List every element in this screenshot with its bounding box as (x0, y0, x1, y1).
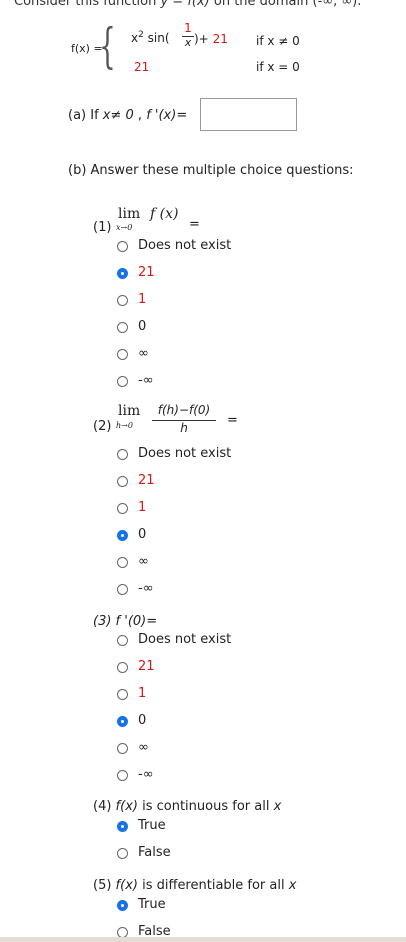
q1-label-0: 0 (138, 319, 147, 334)
statement-text: Consider this function (14, 0, 161, 9)
q2-label-0: 0 (138, 527, 147, 542)
case1-condition: if x ≠ 0 (256, 34, 300, 48)
q1-label-dne: Does not exist (138, 238, 232, 253)
q2-radio-inf[interactable] (117, 557, 128, 568)
q5-text: is differentiable for all (137, 878, 289, 893)
q1-radio-21[interactable] (117, 268, 128, 279)
q5-function: f(x) (115, 878, 138, 893)
q2-lim: lim (118, 403, 141, 419)
part-a-derivative: f '(x)= (146, 108, 188, 123)
q3-label-1: 1 (138, 686, 147, 701)
function-name: y = f(x) (160, 0, 210, 9)
bottom-divider (0, 937, 406, 942)
q3-label-dne: Does not exist (138, 632, 232, 647)
q2-radio-21[interactable] (117, 476, 128, 487)
case2-value: 21 (134, 60, 150, 74)
q1-lim-sub: x→0 (116, 223, 133, 232)
case1-frac-num: 1 (184, 21, 192, 35)
derivative-answer-field[interactable] (200, 98, 297, 131)
piecewise-lhs: f(x) = (71, 42, 103, 55)
q1-radio-dne[interactable] (117, 241, 128, 252)
part-a-condition: x≠ 0 (102, 108, 134, 123)
q2-radio-neginf[interactable] (117, 584, 128, 595)
q4-number: (4) (93, 799, 116, 814)
q3-radio-21[interactable] (117, 662, 128, 673)
q1-equals: = (189, 217, 200, 232)
part-a-prompt: (a) If x≠ 0 , f '(x)= (68, 108, 187, 123)
q1-label-neginf: -∞ (138, 373, 154, 388)
q1-radio-neginf[interactable] (117, 376, 128, 387)
q3-label-neginf: -∞ (138, 767, 154, 782)
q3-radio-neginf[interactable] (117, 770, 128, 781)
q2-radio-0[interactable] (117, 530, 128, 541)
q4-radio-false[interactable] (117, 848, 128, 859)
q3-radio-1[interactable] (117, 689, 128, 700)
case1-frac-den: x (184, 36, 192, 49)
q2-lim-sub: h→0 (116, 421, 133, 430)
part-a-comma: , (133, 108, 147, 123)
q3-radio-dne[interactable] (117, 635, 128, 646)
q1-radio-inf[interactable] (117, 349, 128, 360)
q2-equals: = (227, 413, 238, 428)
case1-tail: )+ 21 (194, 32, 228, 46)
case1-sin: sin( (143, 31, 170, 45)
q4-prompt: (4) f(x) is continuous for all x (93, 799, 281, 814)
q2-label-21: 21 (138, 473, 155, 488)
q3-radio-0[interactable] (117, 716, 128, 727)
q4-radio-true[interactable] (117, 821, 128, 832)
statement-text-mid: on the domain (209, 0, 313, 9)
q1-radio-1[interactable] (117, 295, 128, 306)
q2-numerator: f(h)−f(0) (157, 403, 211, 417)
problem-statement: Consider this function y = f(x) on the d… (14, 0, 361, 9)
q5-number: (5) (93, 878, 116, 893)
q2-label-neginf: -∞ (138, 581, 154, 596)
q5-label-true: True (138, 897, 166, 912)
q4-label-false: False (138, 845, 171, 860)
q3-label-21: 21 (138, 659, 155, 674)
q1-number: (1) (93, 220, 112, 235)
piecewise-brace: { (99, 18, 116, 74)
q5-radio-true[interactable] (117, 900, 128, 911)
q2-label-inf: ∞ (138, 554, 149, 569)
q2-label-dne: Does not exist (138, 446, 232, 461)
q1-label-21: 21 (138, 265, 155, 280)
q3-label-0: 0 (138, 713, 147, 728)
case2-condition: if x = 0 (256, 60, 300, 74)
q3-label-inf: ∞ (138, 740, 149, 755)
q1-lim: lim (118, 206, 141, 222)
q5-prompt: (5) f(x) is differentiable for all x (93, 878, 296, 893)
q3-prompt: (3) f '(0)= (93, 614, 158, 629)
case1-plus: )+ (194, 32, 213, 46)
q2-radio-dne[interactable] (117, 449, 128, 460)
case1-expression: x2 sin( (131, 30, 170, 45)
q4-text: is continuous for all (137, 799, 274, 814)
q3-radio-inf[interactable] (117, 743, 128, 754)
q1-label-inf: ∞ (138, 346, 149, 361)
q5-variable: x (288, 878, 297, 893)
q2-label-1: 1 (138, 500, 147, 515)
q2-radio-1[interactable] (117, 503, 128, 514)
domain-text: (-∞, ∞). (312, 0, 362, 9)
part-a-label: (a) If (68, 108, 103, 123)
q4-label-true: True (138, 818, 166, 833)
q2-number: (2) (93, 419, 112, 434)
q1-radio-0[interactable] (117, 322, 128, 333)
q1-expression: f (x) (150, 206, 179, 222)
case1-constant: 21 (212, 32, 228, 46)
q4-variable: x (273, 799, 282, 814)
q4-function: f(x) (115, 799, 138, 814)
q2-denominator: h (180, 421, 188, 435)
part-b-heading: (b) Answer these multiple choice questio… (68, 163, 354, 178)
q1-label-1: 1 (138, 292, 147, 307)
